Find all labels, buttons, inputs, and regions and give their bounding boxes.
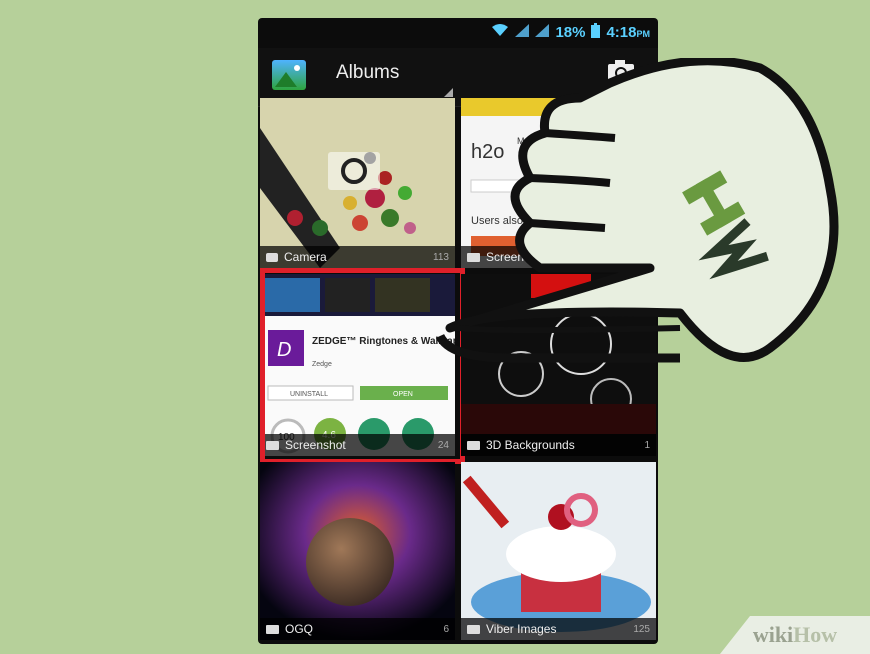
folder-icon — [266, 624, 279, 634]
album-count: 125 — [633, 623, 650, 635]
signal-icon — [515, 24, 530, 40]
cupcake-thumbnail — [461, 462, 656, 640]
album-count: 1 — [644, 439, 650, 451]
camera-small-icon — [266, 252, 278, 262]
wifi-icon — [491, 23, 509, 41]
clock: 4:18PM — [606, 23, 650, 41]
gallery-app-icon[interactable] — [272, 60, 306, 90]
album-tile-ogq[interactable]: OGQ 6 — [260, 462, 455, 640]
watermark-wiki: wiki — [752, 622, 794, 647]
album-tile-camera[interactable]: Camera 113 — [260, 98, 455, 268]
signal-icon-2 — [535, 24, 550, 40]
status-bar: 18% 4:18PM — [258, 18, 658, 46]
battery-icon — [591, 22, 601, 42]
album-caption: Viber Images 125 — [461, 618, 656, 640]
pointing-hand-illustration — [435, 58, 839, 363]
album-caption: OGQ 6 — [260, 618, 455, 640]
album-name: 3D Backgrounds — [486, 438, 575, 452]
album-name: Camera — [284, 250, 327, 264]
watermark-how: How — [793, 622, 838, 647]
folder-icon — [467, 624, 480, 634]
album-tile-viber-images[interactable]: Viber Images 125 — [461, 462, 656, 640]
album-count: 6 — [443, 623, 449, 635]
battery-percent: 18% — [555, 23, 586, 41]
folder-icon — [467, 440, 480, 450]
albums-title[interactable]: Albums — [336, 62, 399, 84]
camera-thumbnail — [260, 98, 455, 268]
album-caption: Camera 113 — [260, 246, 455, 268]
album-caption: 3D Backgrounds 1 — [461, 434, 656, 456]
album-name: OGQ — [285, 622, 314, 636]
planet-thumbnail — [260, 462, 455, 640]
album-name: Viber Images — [486, 622, 557, 636]
